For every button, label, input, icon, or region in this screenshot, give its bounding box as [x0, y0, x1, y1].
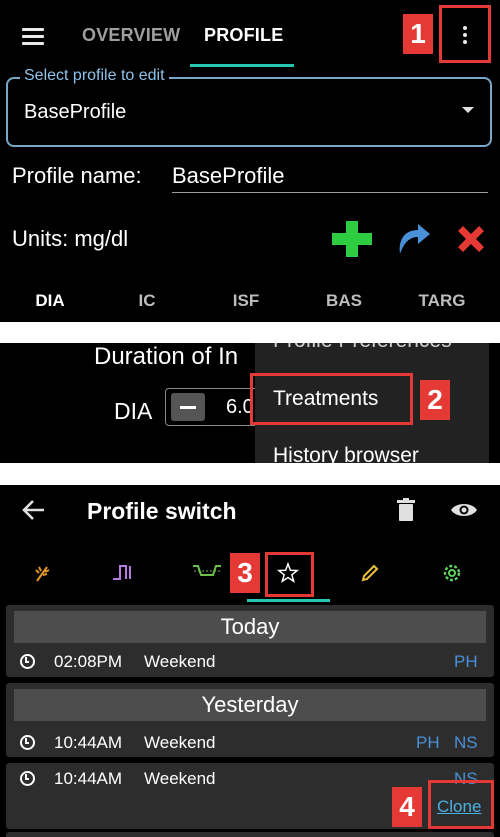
delete-profile-icon[interactable]: [454, 222, 488, 256]
clone-profile-icon[interactable]: [394, 222, 432, 256]
treatments-screen: Profile switch 3 Today 02:08PM Weekend P…: [0, 485, 500, 837]
duration-title: Duration of In: [94, 343, 239, 370]
menu-item-history-browser[interactable]: History browser: [273, 444, 419, 463]
temp-target-icon[interactable]: [192, 563, 222, 579]
list-item[interactable]: 10:44AM Weekend PH NS: [6, 731, 494, 755]
subtab-dia[interactable]: DIA: [0, 291, 100, 311]
subtab-isf[interactable]: ISF: [196, 291, 296, 311]
day-header: Yesterday: [14, 689, 486, 721]
back-arrow-icon[interactable]: [22, 499, 46, 521]
menu-item-profile-preferences[interactable]: Profile Preferences: [273, 343, 452, 353]
profile-select-label: Select profile to edit: [20, 67, 169, 85]
dia-label: DIA: [114, 398, 153, 424]
tab-profile[interactable]: PROFILE: [204, 25, 283, 46]
basal-icon[interactable]: [112, 563, 134, 581]
profile-name-field[interactable]: BaseProfile: [172, 163, 285, 189]
list-item-card-partial: [6, 832, 494, 837]
day-group-today: Today 02:08PM Weekend PH: [6, 605, 494, 677]
step-marker-3: 3: [230, 553, 260, 593]
clock-icon: [20, 735, 35, 750]
profile-select-value: BaseProfile: [24, 101, 127, 123]
menu-icon[interactable]: [22, 24, 44, 49]
profile-select[interactable]: BaseProfile: [6, 77, 492, 147]
profile-name-label: Profile name:: [12, 163, 142, 188]
row-profile-name: Weekend: [144, 769, 216, 788]
day-group-yesterday: Yesterday 10:44AM Weekend PH NS: [6, 683, 494, 757]
highlight-box-star-tab: [265, 552, 314, 597]
page-title: Profile switch: [87, 498, 237, 524]
pencil-icon[interactable]: [360, 563, 380, 583]
clock-icon: [20, 771, 35, 786]
tag-ns: NS: [454, 733, 478, 752]
highlight-box-clone: [428, 780, 494, 829]
row-time: 02:08PM: [54, 652, 123, 671]
highlight-box-treatments: [250, 373, 413, 425]
overflow-menu-screen: Duration of In DIA 6.0 Profile Preferenc…: [0, 343, 500, 463]
day-header: Today: [14, 611, 486, 643]
subtab-targ[interactable]: TARG: [392, 291, 492, 311]
tag-ph: PH: [416, 733, 440, 752]
tag-ph: PH: [454, 652, 478, 671]
profile-screen: OVERVIEW PROFILE 1 BaseProfile Select pr…: [0, 0, 500, 322]
row-time: 10:44AM: [54, 769, 123, 788]
add-profile-icon[interactable]: [332, 221, 372, 257]
step-marker-4: 4: [392, 787, 422, 827]
active-icon-tab-indicator: [247, 599, 330, 602]
clock-icon: [20, 654, 35, 669]
active-tab-indicator: [190, 64, 294, 67]
profile-name-underline: [172, 192, 488, 193]
subtab-bas[interactable]: BAS: [294, 291, 394, 311]
eye-icon[interactable]: [450, 501, 478, 519]
row-profile-name: Weekend: [144, 652, 216, 671]
subtab-ic[interactable]: IC: [97, 291, 197, 311]
list-item[interactable]: 02:08PM Weekend PH: [6, 650, 494, 674]
gear-icon[interactable]: [441, 562, 463, 584]
step-marker-2: 2: [420, 380, 450, 420]
decrement-button[interactable]: [171, 393, 205, 421]
row-profile-name: Weekend: [144, 733, 216, 752]
wheat-icon[interactable]: [33, 563, 51, 583]
minus-icon: [180, 406, 196, 409]
tab-overview[interactable]: OVERVIEW: [82, 25, 180, 46]
step-marker-1: 1: [403, 14, 433, 54]
dropdown-arrow-icon[interactable]: [462, 107, 474, 113]
units-label: Units: mg/dl: [12, 226, 129, 251]
row-time: 10:44AM: [54, 733, 123, 752]
trash-icon[interactable]: [396, 498, 416, 522]
highlight-box-overflow: [439, 5, 491, 63]
